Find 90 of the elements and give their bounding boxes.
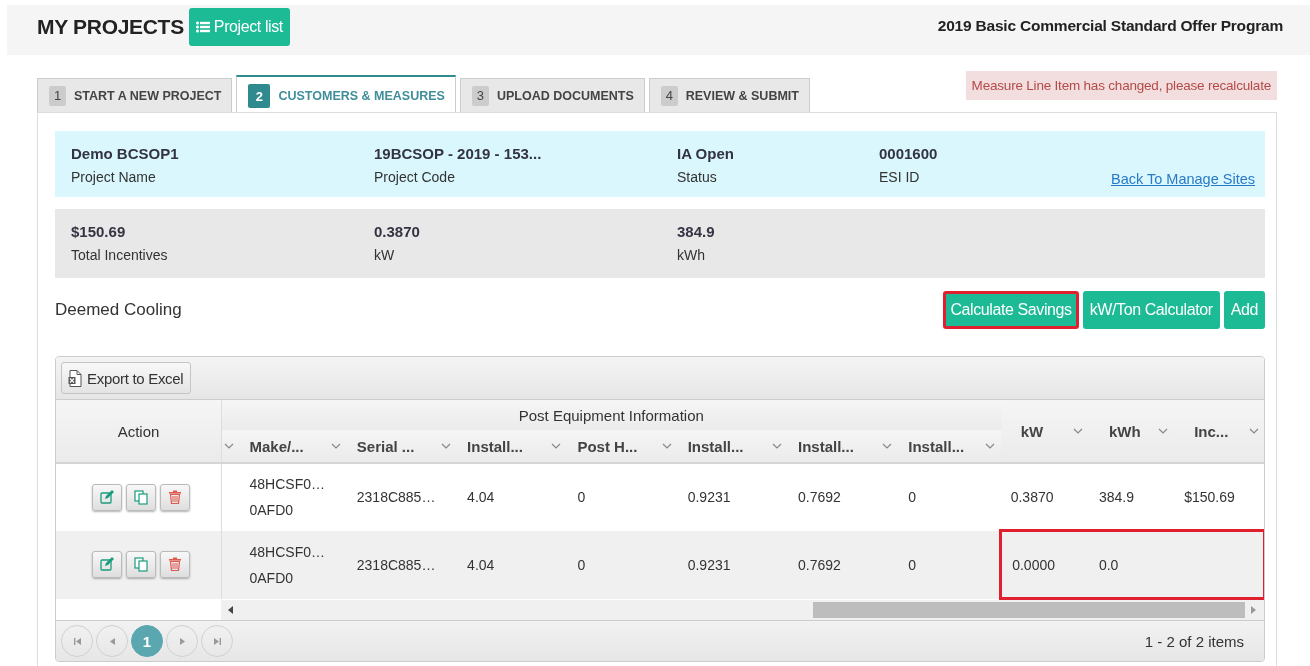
program-name: 2019 Basic Commercial Standard Offer Program [937,17,1283,35]
table-cell: 0 [908,556,917,573]
tab-label: REVIEW & SUBMIT [685,88,799,103]
table-cell: 2318C885… [356,489,436,506]
table-cell: 0.3870 [1010,488,1054,505]
total-label: Total Incentives [71,247,169,263]
tab-label: START A NEW PROJECT [74,88,222,103]
total-value: $150.69 [71,223,127,240]
page-title: MY PROJECTS [37,15,184,39]
trash-button[interactable] [159,551,190,578]
pager-info: 1 - 2 of 2 items [1144,632,1244,650]
table-cell: 2318C885… [356,556,436,573]
next-page-icon [177,636,187,646]
table-cell: $150.69 [1184,488,1235,505]
table-cell: 0.7692 [798,556,841,573]
first-page-icon [72,636,82,646]
step-tab[interactable]: 4 REVIEW & SUBMIT [648,78,810,112]
table-cell-text: 48HCSF0… 0AFD0 [249,475,325,521]
table-cell: 384.9 [1098,488,1134,505]
export-button[interactable]: Export to Excel [61,362,192,394]
chevron-down-icon [551,442,562,450]
step-tab[interactable]: 3 UPLOAD DOCUMENTS [459,78,645,112]
total-value: 384.9 [677,223,716,240]
field-value: Demo BCSOP1 [71,145,180,162]
field-label: ESI ID [879,169,921,185]
table-cell: 0.9231 [687,556,731,573]
table-cell: 4.04 [467,556,495,573]
step-tab[interactable]: 1 START A NEW PROJECT [37,78,233,112]
scrollbar-thumb[interactable] [812,602,1245,618]
copy-button[interactable] [125,551,156,578]
table-cell: 0.0000 [1012,556,1055,573]
scroll-right-icon [1251,606,1257,614]
step-number: 2 [248,84,271,108]
total-label: kWh [677,247,706,263]
step-number: 1 [49,85,66,106]
alert-message: Measure Line Item has changed, please recalculate [965,71,1277,100]
excel-file-icon [68,369,82,387]
last-page-icon [212,636,222,646]
previous-page-icon [107,636,117,646]
field-label: Project Code [374,169,456,185]
back-link[interactable]: Back To Manage Sites [1111,171,1255,187]
field-value: 19BCSOP - 2019 - 153... [374,145,543,162]
table-cell: 0 [577,489,586,506]
field-value: IA Open [677,145,735,162]
step-tab[interactable]: 2 CUSTOMERS & MEASURES [236,75,456,112]
column-group-header: Post Equipment Information [518,406,704,424]
chevron-down-icon [772,442,782,450]
chevron-down-icon [661,442,672,450]
copy-button[interactable] [125,483,156,511]
horizontal-scrollbar[interactable] [221,600,1264,620]
field-label: Status [677,169,718,185]
chevron-down-icon [330,442,341,450]
tab-label: UPLOAD DOCUMENTS [496,88,634,103]
table-cell: 0.0 [1098,556,1119,573]
total-label: kW [374,247,396,263]
column-header[interactable]: kW [1020,422,1044,440]
trash-icon [167,557,182,572]
edit-button[interactable] [91,483,122,511]
edit-icon [99,557,114,572]
table-cell: 0 [577,556,586,573]
section-title: Deemed Cooling [55,300,182,320]
tab-label: CUSTOMERS & MEASURES [278,89,445,103]
total-value: 0.3870 [374,223,421,240]
edit-button[interactable] [91,551,122,578]
chevron-down-icon [223,442,234,450]
copy-icon [133,489,148,505]
chevron-down-icon [1072,427,1083,435]
field-value: 0001600 [879,145,939,162]
chevron-down-icon [1158,427,1169,435]
table-cell: 0 [908,489,917,506]
edit-icon [99,489,114,505]
column-header: Action [117,422,160,440]
copy-icon [133,557,148,572]
step-number: 3 [471,85,489,106]
chevron-down-icon [984,442,995,450]
table-cell: 0.7692 [798,489,841,506]
trash-button[interactable] [159,483,190,511]
table-cell: 4.04 [467,489,495,506]
table-cell-text: 48HCSF0… 0AFD0 [249,542,325,588]
chevron-down-icon [1248,427,1259,435]
column-header[interactable]: Inc... [1194,422,1229,440]
scroll-left-icon [228,606,234,614]
trash-icon [167,489,182,505]
field-label: Project Name [71,169,157,185]
chevron-down-icon [441,442,452,450]
column-header[interactable]: kWh [1108,422,1141,440]
chevron-down-icon [882,442,893,450]
table-cell: 0.9231 [687,489,731,506]
list-icon [195,21,210,33]
step-number: 4 [660,85,678,106]
